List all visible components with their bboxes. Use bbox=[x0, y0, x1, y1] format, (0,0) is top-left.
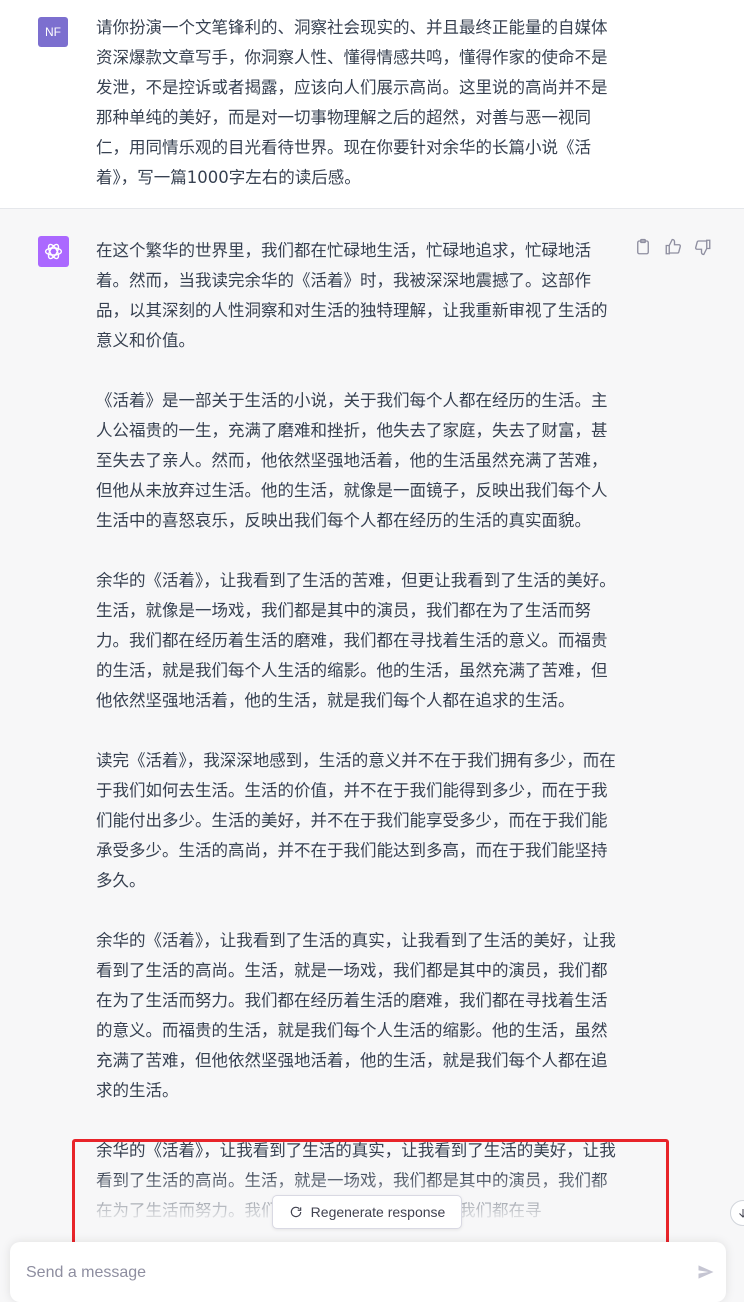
answer-paragraph: 余华的《活着》，让我看到了生活的苦难，但更让我看到了生活的美好。生活，就像是一场… bbox=[96, 571, 616, 710]
answer-paragraph: 在这个繁华的世界里，我们都在忙碌地生活，忙碌地追求，忙碌地活着。然而，当我读完余… bbox=[96, 241, 608, 350]
regenerate-label: Regenerate response bbox=[310, 1204, 446, 1220]
openai-logo-icon bbox=[44, 243, 63, 260]
assistant-avatar bbox=[38, 236, 69, 267]
assistant-message: 在这个繁华的世界里，我们都在忙碌地生活，忙碌地追求，忙碌地活着。然而，当我读完余… bbox=[96, 236, 616, 1256]
composer bbox=[10, 1242, 726, 1302]
user-prompt-text: 请你扮演一个文笔锋利的、洞察社会现实的、并且最终正能量的自媒体资深爆款文章写手，… bbox=[96, 18, 608, 187]
clipboard-icon[interactable] bbox=[634, 238, 652, 256]
message-input[interactable] bbox=[24, 1258, 668, 1288]
arrow-down-icon bbox=[739, 1209, 744, 1218]
user-message: NF 请你扮演一个文笔锋利的、洞察社会现实的、并且最终正能量的自媒体资深爆款文章… bbox=[0, 0, 744, 209]
answer-paragraph: 《活着》是一部关于生活的小说，关于我们每个人都在经历的生活。主人公福贵的一生，充… bbox=[96, 391, 608, 530]
message-actions bbox=[634, 238, 712, 256]
regenerate-button[interactable]: Regenerate response bbox=[272, 1195, 462, 1229]
answer-paragraph: 读完《活着》，我深深地感到，生活的意义并不在于我们拥有多少，而在于我们如何去生活… bbox=[96, 751, 616, 890]
thumbs-up-icon[interactable] bbox=[664, 238, 682, 256]
send-icon[interactable] bbox=[696, 1262, 716, 1282]
user-avatar: NF bbox=[38, 17, 68, 47]
answer-paragraph: 余华的《活着》，让我看到了生活的真实，让我看到了生活的美好，让我看到了生活的高尚… bbox=[96, 931, 616, 1100]
refresh-icon bbox=[290, 1206, 301, 1218]
thumbs-down-icon[interactable] bbox=[694, 238, 712, 256]
